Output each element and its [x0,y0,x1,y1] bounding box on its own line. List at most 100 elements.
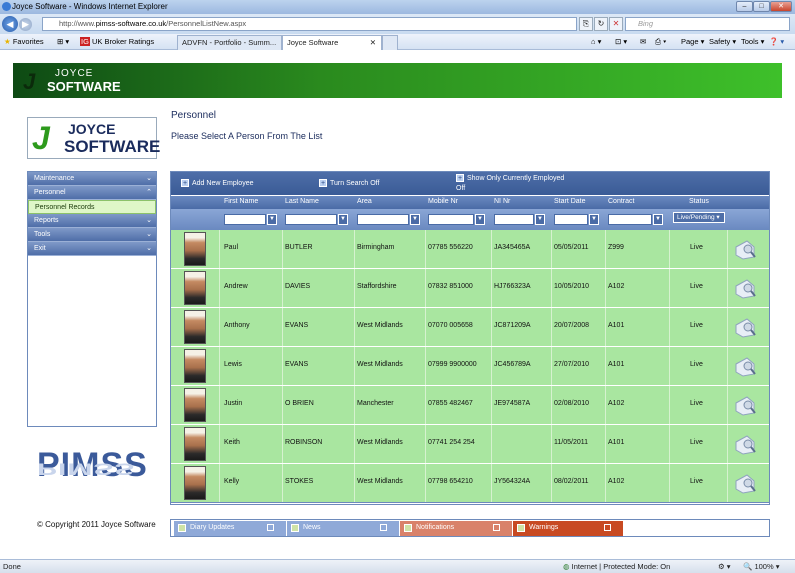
filter-input-ni[interactable] [494,214,534,225]
status-filter-select[interactable]: Live/Pending ▾ [673,212,725,223]
chevron-down-icon: ⌄ [146,175,152,182]
table-row[interactable]: Paul BUTLER Birmingham 07785 556220 JA345465… [171,230,769,269]
close-window-button[interactable]: ✕ [770,1,792,12]
close-tab-icon[interactable]: ✕ [370,36,376,49]
sidebar-menu: Maintenance ⌄ Personnel ⌃ Personnel Record… [27,171,157,427]
filter-icon[interactable]: ▼ [410,214,420,225]
sidebar-item-maintenance[interactable]: Maintenance ⌄ [28,172,156,186]
fav-link-uk-broker[interactable]: IG UK Broker Ratings [80,37,154,46]
refresh-icon[interactable]: ↻ [594,17,608,31]
view-record-icon[interactable] [733,277,757,299]
pin-icon[interactable] [493,524,500,531]
view-record-icon[interactable] [733,238,757,260]
filter-icon[interactable]: ▼ [267,214,277,225]
pin-icon[interactable] [380,524,387,531]
view-record-icon[interactable] [733,394,757,416]
minimize-button[interactable]: – [736,1,753,12]
menu-page[interactable]: Page ▾ [681,37,704,46]
column-header-area[interactable]: Area [357,198,372,205]
column-divider [354,425,355,463]
protected-mode-icon[interactable]: ⚙ ▾ [718,562,731,571]
cell-first: Andrew [224,283,248,290]
view-record-icon[interactable] [733,433,757,455]
pin-icon[interactable] [604,524,611,531]
employee-photo [184,271,206,305]
cell-status: Live [690,478,703,485]
column-divider [491,230,492,268]
toggle-search-button[interactable]: + Turn Search Off [319,179,379,187]
feeds-icon[interactable]: ⊡ ▾ [615,37,627,46]
dock-warnings[interactable]: Warnings [513,521,623,536]
column-header-first[interactable]: First Name [224,198,258,205]
home-icon[interactable]: ⌂ ▾ [591,37,601,46]
column-divider [354,308,355,346]
filter-input-area[interactable] [357,214,409,225]
sidebar-item-reports[interactable]: Reports ⌄ [28,214,156,228]
plus-icon: + [456,174,464,182]
stop-icon[interactable]: ✕ [609,17,623,31]
table-row[interactable]: Andrew DAVIES Staffordshire 07832 851000 HJ7… [171,269,769,308]
filter-input-contract[interactable] [608,214,652,225]
filter-icon[interactable]: ▼ [475,214,485,225]
column-header-last[interactable]: Last Name [285,198,319,205]
cell-last: O BRIEN [285,400,314,407]
menu-tools[interactable]: Tools ▾ [741,37,764,46]
cell-start: 10/05/2010 [554,283,590,290]
filter-input-last[interactable] [285,214,337,225]
tab-joyce-software[interactable]: Joyce Software ✕ [282,35,382,50]
cell-area: West Midlands [357,478,403,485]
column-divider [727,269,728,307]
new-tab-button[interactable] [382,35,398,50]
column-header-ni[interactable]: NI Nr [494,198,510,205]
table-row[interactable]: Justin O BRIEN Manchester 07855 482467 JE974… [171,386,769,425]
filter-input-first[interactable] [224,214,266,225]
favorites-button[interactable]: ★ Favorites [4,37,44,46]
view-record-icon[interactable] [733,316,757,338]
sidebar-item-personnel-records[interactable]: Personnel Records [28,200,156,214]
show-employed-toggle[interactable]: + Show Only Currently Employed [456,174,564,182]
filter-icon[interactable]: ▼ [653,214,663,225]
filter-icon[interactable]: ▼ [338,214,348,225]
menu-safety[interactable]: Safety ▾ [709,37,736,46]
pin-icon[interactable] [267,524,274,531]
dock-diary-updates[interactable]: Diary Updates [174,521,286,536]
print-icon[interactable]: ⎙ ▾ [655,37,666,47]
compat-view-icon[interactable]: ⎘ [579,17,593,31]
column-header-status[interactable]: Status [689,198,709,205]
dock-news[interactable]: News [287,521,399,536]
table-row[interactable]: Lewis EVANS West Midlands 07999 9900000 JC45… [171,347,769,386]
table-row[interactable]: Keith ROBINSON West Midlands 07741 254 254 1… [171,425,769,464]
column-header-contract[interactable]: Contract [608,198,634,205]
view-record-icon[interactable] [733,472,757,494]
table-row[interactable]: Anthony EVANS West Midlands 07070 005658 JC8… [171,308,769,347]
mail-icon[interactable]: ✉ [640,37,646,46]
column-header-mobile[interactable]: Mobile Nr [428,198,458,205]
tab-advfn[interactable]: ADVFN - Portfolio - Summ... [177,35,282,50]
back-button[interactable]: ◀ [2,16,18,32]
sidebar-item-personnel[interactable]: Personnel ⌃ [28,186,156,200]
forward-button[interactable]: ▶ [19,18,32,31]
view-record-icon[interactable] [733,355,757,377]
maximize-button[interactable]: □ [753,1,770,12]
table-row[interactable]: Kelly STOKES West Midlands 07798 654210 JY56… [171,464,769,503]
dock-notifications[interactable]: Notifications [400,521,512,536]
filter-input-start[interactable] [554,214,588,225]
help-icon[interactable]: ❓ ▾ [769,37,784,46]
cell-first: Kelly [224,478,240,485]
column-divider [551,464,552,502]
security-zone[interactable]: ◍ Internet | Protected Mode: On [563,562,670,571]
filter-input-mobile[interactable] [428,214,474,225]
url-input[interactable]: http://www.pimss-software.co.uk/Personne… [42,17,577,31]
search-input[interactable]: Bing [625,17,790,31]
cell-mobile: 07798 654210 [428,478,473,485]
column-header-start[interactable]: Start Date [554,198,586,205]
sidebar-item-tools[interactable]: Tools ⌄ [28,228,156,242]
column-divider [219,269,220,307]
filter-icon[interactable]: ▼ [589,214,599,225]
zoom-control[interactable]: 🔍 100% ▾ [743,562,779,571]
sidebar-item-exit[interactable]: Exit ⌄ [28,242,156,256]
filter-icon[interactable]: ▼ [535,214,545,225]
add-employee-button[interactable]: + Add New Employee [181,179,253,187]
cell-area: West Midlands [357,361,403,368]
quick-tabs-icon[interactable]: ⊞ ▾ [57,37,69,46]
